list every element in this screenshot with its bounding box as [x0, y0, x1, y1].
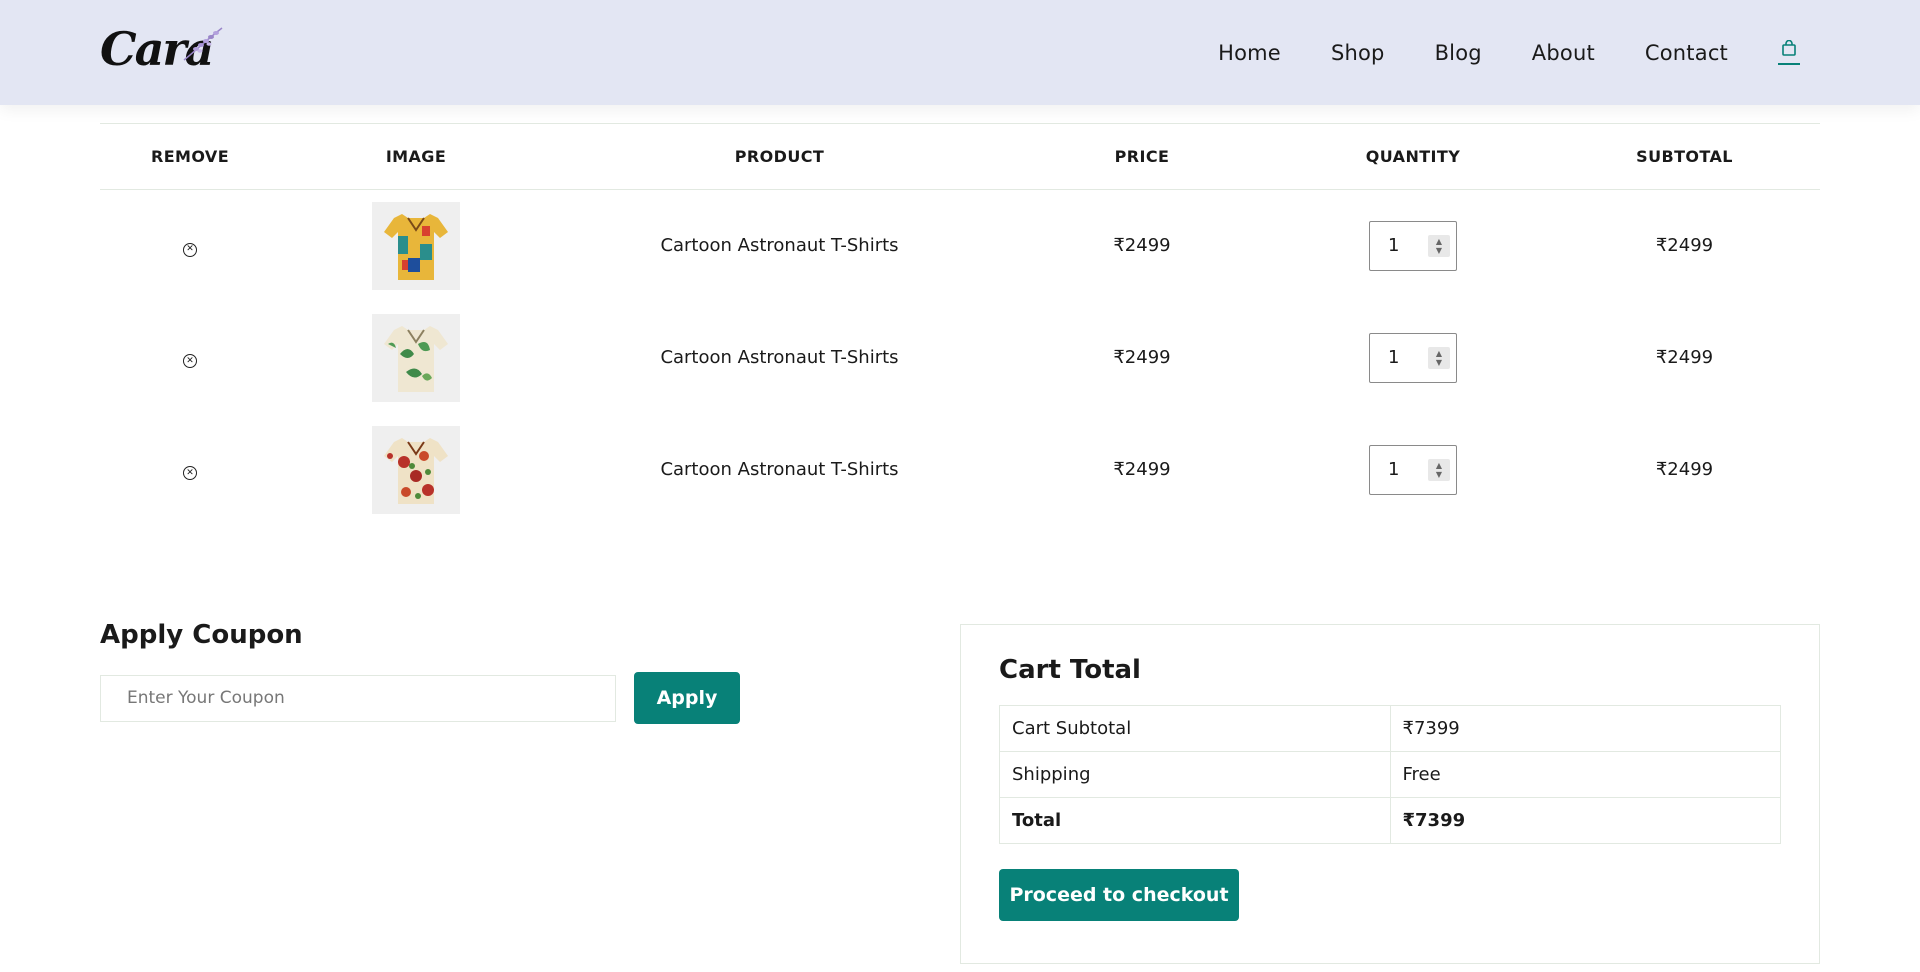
totals-label: Cart Subtotal: [999, 705, 1391, 752]
table-row: ✕ Cartoon Astronaut T-Shirts ₹2499 1 ▲ ▼…: [100, 414, 1820, 526]
coupon-row: Apply: [100, 672, 760, 724]
product-name: Cartoon Astronaut T-Shirts: [660, 459, 899, 480]
totals-row-subtotal: Cart Subtotal ₹7399: [999, 705, 1781, 752]
product-subtotal: ₹2499: [1655, 459, 1714, 480]
quantity-stepper[interactable]: 1 ▲ ▼: [1369, 444, 1457, 495]
nav-home[interactable]: Home: [1218, 41, 1281, 65]
shirt-image: [384, 213, 448, 280]
coupon-input[interactable]: [100, 674, 616, 722]
totals-row-total: Total ₹7399: [999, 797, 1781, 844]
logo[interactable]: Cara: [100, 22, 225, 77]
product-price: ₹2499: [1113, 459, 1171, 480]
header-image: IMAGE: [280, 123, 552, 190]
totals-label: Total: [999, 797, 1391, 844]
lavender-sprig-icon: [183, 27, 223, 61]
main-nav: Home Shop Blog About Contact: [1168, 0, 1800, 105]
product-image[interactable]: [372, 425, 460, 514]
table-row: ✕ Cartoon Astronaut T-Shirts ₹2499 1 ▲ ▼…: [100, 190, 1820, 302]
nav-cart[interactable]: [1778, 40, 1800, 65]
table-row: ✕ Cartoon Astronaut T-Shirts ₹2499 1 ▲ ▼…: [100, 302, 1820, 414]
header-quantity: QUANTITY: [1277, 123, 1549, 190]
coupon-section: Apply Coupon Apply: [100, 620, 760, 724]
coupon-title: Apply Coupon: [100, 620, 303, 650]
header-product: PRODUCT: [552, 123, 1007, 190]
remove-circle-icon[interactable]: ✕: [183, 354, 197, 369]
product-image[interactable]: [372, 201, 460, 290]
active-underline: [1778, 63, 1800, 65]
cart-total-title: Cart Total: [999, 655, 1141, 685]
quantity-stepper[interactable]: 1 ▲ ▼: [1369, 332, 1457, 383]
shirt-image: [384, 437, 448, 504]
quantity-value: 1: [1388, 347, 1400, 368]
quantity-value: 1: [1388, 235, 1400, 257]
nav-about[interactable]: About: [1532, 41, 1595, 65]
product-name: Cartoon Astronaut T-Shirts: [660, 347, 899, 368]
header-price: PRICE: [1007, 123, 1277, 190]
quantity-stepper[interactable]: 1 ▲ ▼: [1369, 220, 1457, 271]
header-subtotal: SUBTOTAL: [1549, 123, 1820, 190]
totals-value: Free: [1389, 751, 1781, 798]
quantity-value: 1: [1388, 459, 1400, 480]
spin-arrows-icon[interactable]: ▲ ▼: [1428, 234, 1450, 257]
totals-value: ₹7399: [1389, 797, 1781, 844]
remove-circle-icon[interactable]: ✕: [183, 466, 197, 481]
apply-button[interactable]: Apply: [634, 672, 740, 724]
nav-contact[interactable]: Contact: [1645, 41, 1728, 65]
totals-row-shipping: Shipping Free: [999, 751, 1781, 798]
product-image[interactable]: [372, 313, 460, 402]
totals-label: Shipping: [999, 751, 1391, 798]
totals-table: Cart Subtotal ₹7399 Shipping Free Total …: [999, 705, 1781, 844]
shirt-image: [384, 325, 448, 392]
cart-table: REMOVE IMAGE PRODUCT PRICE QUANTITY SUBT…: [100, 123, 1820, 526]
product-price: ₹2499: [1113, 235, 1171, 257]
spin-arrows-icon[interactable]: ▲ ▼: [1428, 458, 1450, 481]
nav-shop[interactable]: Shop: [1331, 41, 1385, 65]
cart-total-section: Cart Total Cart Subtotal ₹7399 Shipping …: [960, 624, 1820, 964]
nav-blog[interactable]: Blog: [1435, 41, 1482, 65]
checkout-button[interactable]: Proceed to checkout: [999, 869, 1239, 921]
site-header: Cara Home Shop Blog About Contact: [0, 0, 1920, 105]
product-subtotal: ₹2499: [1655, 235, 1714, 257]
spin-arrows-icon[interactable]: ▲ ▼: [1428, 346, 1450, 369]
remove-circle-icon[interactable]: ✕: [183, 242, 197, 257]
product-subtotal: ₹2499: [1655, 347, 1714, 368]
totals-value: ₹7399: [1389, 705, 1781, 752]
header-remove: REMOVE: [100, 123, 280, 190]
product-name: Cartoon Astronaut T-Shirts: [660, 235, 899, 257]
cart-table-header: REMOVE IMAGE PRODUCT PRICE QUANTITY SUBT…: [100, 123, 1820, 190]
product-price: ₹2499: [1113, 347, 1171, 368]
shopping-bag-icon: [1782, 40, 1796, 56]
